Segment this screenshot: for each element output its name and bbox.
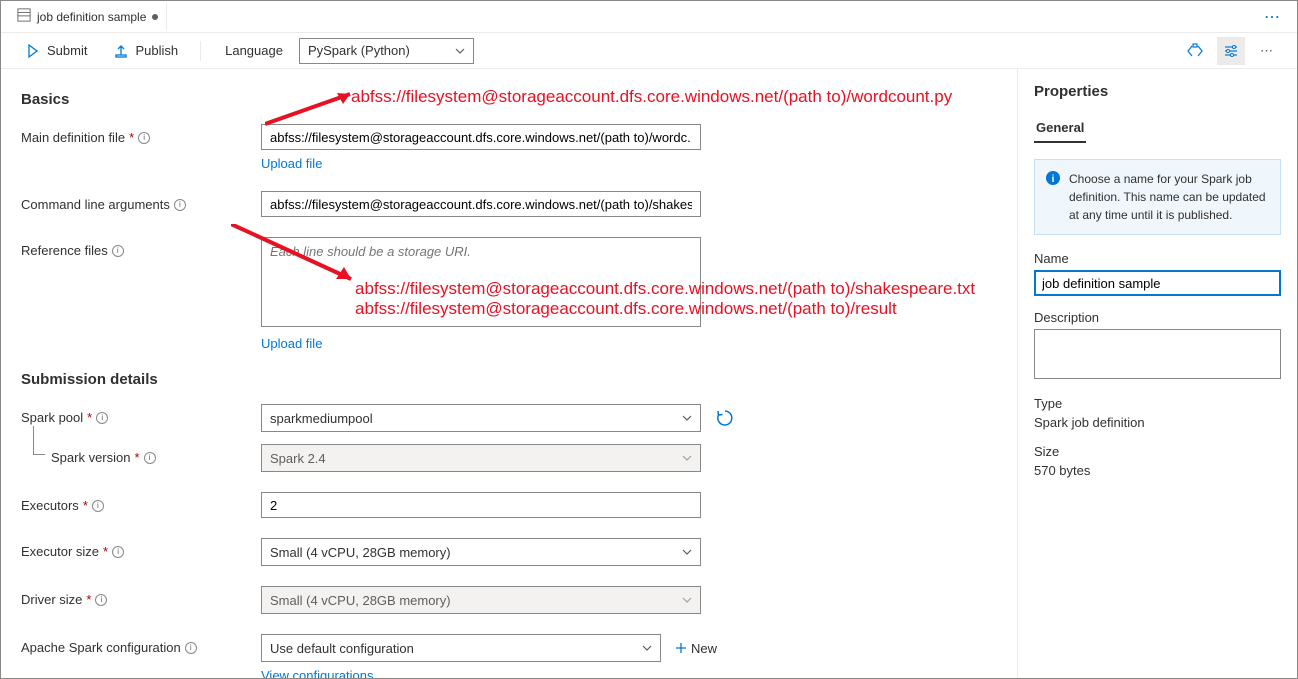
tab-title: job definition sample (37, 10, 146, 24)
plus-icon (675, 642, 687, 654)
driver-size-dropdown: Small (4 vCPU, 28GB memory) (261, 586, 701, 614)
info-icon[interactable]: i (112, 546, 124, 558)
required-indicator: * (87, 410, 92, 425)
language-label: Language (225, 43, 283, 58)
info-message: i Choose a name for your Spark job defin… (1034, 159, 1281, 235)
code-view-button[interactable] (1181, 37, 1209, 65)
executors-label: Executors * i (21, 492, 261, 513)
info-icon: i (1045, 170, 1061, 186)
publish-button[interactable]: Publish (105, 38, 186, 64)
basics-section-title: Basics (21, 91, 997, 108)
main-definition-file-label: Main definition file * i (21, 124, 261, 145)
executor-size-label: Executor size * i (21, 538, 261, 559)
command-line-args-input[interactable] (261, 191, 701, 217)
size-value: 570 bytes (1034, 463, 1281, 478)
required-indicator: * (103, 544, 108, 559)
info-icon[interactable]: i (92, 500, 104, 512)
info-icon[interactable]: i (95, 594, 107, 606)
ellipsis-icon: ⋯ (1260, 43, 1274, 59)
executor-size-dropdown[interactable]: Small (4 vCPU, 28GB memory) (261, 538, 701, 566)
code-icon (1186, 42, 1204, 60)
required-indicator: * (86, 592, 91, 607)
submission-section-title: Submission details (21, 371, 997, 388)
view-configurations-link[interactable]: View configurations (261, 668, 374, 678)
submit-label: Submit (47, 43, 87, 58)
toolbar: Submit Publish Language PySpark (Python)… (1, 33, 1297, 69)
tab-bar: job definition sample ⋯ (1, 1, 1297, 33)
type-label: Type (1034, 396, 1281, 411)
publish-icon (113, 43, 129, 59)
command-line-args-label: Command line arguments i (21, 191, 261, 212)
apache-spark-config-dropdown[interactable]: Use default configuration (261, 634, 661, 662)
language-dropdown[interactable]: PySpark (Python) (299, 38, 474, 64)
toolbar-more-button[interactable]: ⋯ (1253, 37, 1281, 65)
info-icon[interactable]: i (96, 412, 108, 424)
arrow-icon (265, 89, 365, 129)
spark-pool-dropdown[interactable]: sparkmediumpool (261, 404, 701, 432)
publish-label: Publish (135, 43, 178, 58)
svg-text:i: i (1052, 174, 1055, 185)
driver-size-label: Driver size * i (21, 586, 261, 607)
info-icon[interactable]: i (112, 245, 124, 257)
chevron-down-icon (682, 413, 692, 423)
apache-spark-config-label: Apache Spark configuration i (21, 634, 261, 655)
spark-version-dropdown: Spark 2.4 (261, 444, 701, 472)
required-indicator: * (134, 450, 139, 465)
properties-title: Properties (1034, 83, 1281, 100)
toolbar-right: ⋯ (1181, 37, 1281, 65)
info-icon[interactable]: i (174, 199, 186, 211)
name-label: Name (1034, 251, 1281, 266)
refresh-icon (715, 408, 735, 428)
size-label: Size (1034, 444, 1281, 459)
arrow-icon (231, 224, 371, 294)
chevron-down-icon (455, 46, 465, 56)
chevron-down-icon (642, 643, 652, 653)
info-icon[interactable]: i (138, 132, 150, 144)
name-input[interactable] (1034, 270, 1281, 296)
spark-pool-label: Spark pool * i (21, 404, 261, 425)
description-input[interactable] (1034, 329, 1281, 379)
spark-job-icon (17, 8, 31, 25)
chevron-down-icon (682, 547, 692, 557)
upload-file-link[interactable]: Upload file (261, 336, 322, 351)
spark-version-label: Spark version * i (51, 444, 261, 465)
properties-panel: Properties General i Choose a name for y… (1017, 69, 1297, 678)
chevron-down-icon (682, 595, 692, 605)
chevron-down-icon (682, 453, 692, 463)
reference-files-label: Reference files i (21, 237, 261, 258)
refresh-button[interactable] (715, 408, 735, 428)
new-config-button[interactable]: New (675, 641, 717, 656)
info-icon[interactable]: i (144, 452, 156, 464)
tab-general[interactable]: General (1034, 114, 1086, 143)
required-indicator: * (83, 498, 88, 513)
type-value: Spark job definition (1034, 415, 1281, 430)
sliders-icon (1222, 42, 1240, 60)
executors-input[interactable] (261, 492, 701, 518)
unsaved-indicator-icon (152, 14, 158, 20)
description-label: Description (1034, 310, 1281, 325)
language-value: PySpark (Python) (308, 43, 410, 58)
settings-view-button[interactable] (1217, 37, 1245, 65)
document-tab[interactable]: job definition sample (9, 3, 167, 31)
tab-more-button[interactable]: ⋯ (1256, 7, 1289, 27)
upload-file-link[interactable]: Upload file (261, 156, 322, 171)
main-content: abfss://filesystem@storageaccount.dfs.co… (1, 69, 1017, 678)
submit-button[interactable]: Submit (17, 38, 95, 64)
run-icon (25, 43, 41, 59)
divider (200, 41, 201, 61)
required-indicator: * (129, 130, 134, 145)
info-icon[interactable]: i (185, 642, 197, 654)
